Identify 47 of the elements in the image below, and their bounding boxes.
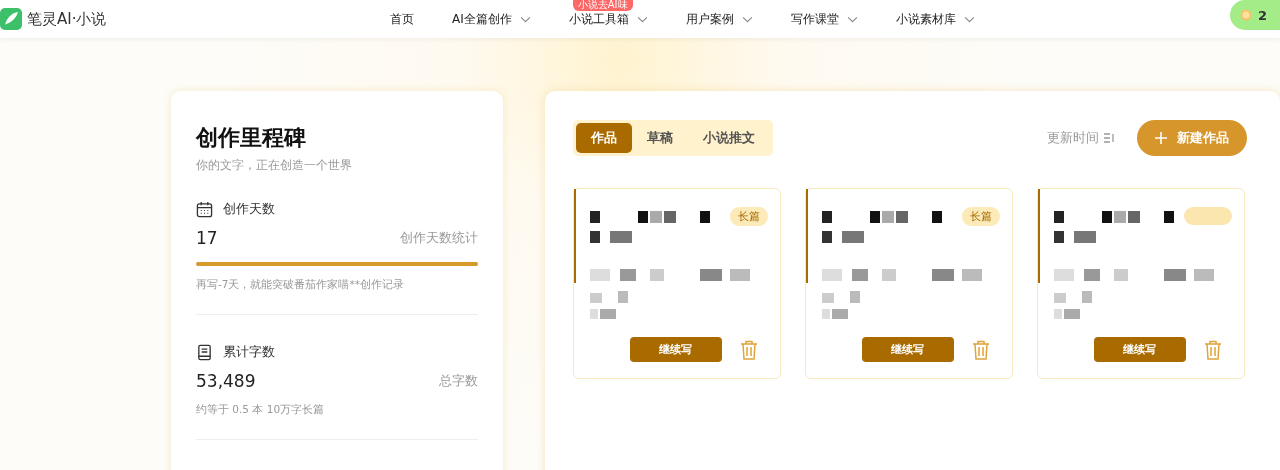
stat-note: 约等于 0.5 本 10万字长篇 [196, 403, 326, 417]
chevron-down-icon [636, 15, 648, 23]
chevron-down-icon [519, 15, 531, 23]
stat-label: 创作天数 [223, 200, 275, 218]
nav-link[interactable]: 用户案例 [685, 10, 753, 28]
chevron-down-icon [741, 15, 753, 23]
nav-link[interactable]: 写作课堂 [790, 10, 858, 28]
points-pill[interactable]: 2 [1230, 0, 1280, 30]
trash-icon[interactable] [971, 339, 990, 360]
work-card[interactable]: 继续写 [1036, 188, 1245, 379]
tag: 长篇 [729, 207, 768, 226]
stat-value: 17 [196, 228, 218, 248]
pixelated-text [589, 291, 630, 321]
nav-link[interactable]: 小说素材库 [895, 10, 975, 28]
pixelated-tag [1183, 207, 1232, 225]
tag: 长篇 [961, 207, 1000, 226]
tab[interactable]: 作品 [575, 123, 632, 153]
chevron-down-icon [846, 15, 858, 23]
stat-caption: 总字数 [438, 372, 478, 390]
work-card[interactable]: 长篇 继续写 [572, 188, 781, 379]
plus-icon [1154, 132, 1167, 144]
nav-link[interactable]: AI全篇创作 [452, 10, 531, 28]
tab[interactable]: 小说推文 [687, 123, 770, 153]
calendar-icon [196, 200, 213, 218]
trash-icon[interactable] [1203, 339, 1222, 360]
nav-link[interactable]: 首页 [390, 10, 414, 28]
chevron-down-icon [963, 15, 975, 23]
logo-text[interactable]: 笔灵AI·小说 [27, 9, 107, 29]
stat-note: 再写-7天，就能突破番茄作家喵**创作记录 [196, 278, 405, 292]
tab[interactable]: 草稿 [631, 123, 688, 153]
card-subtitle: 你的文字，正在创造一个世界 [196, 157, 353, 174]
book-icon [196, 343, 213, 361]
stat-value: 53,489 [196, 371, 256, 391]
nav-badge: 小说去AI味 [572, 0, 633, 11]
continue-button[interactable]: 继续写 [1093, 337, 1186, 362]
work-card[interactable]: 长篇 继续写 [804, 188, 1013, 379]
sort-icon [1102, 132, 1115, 144]
nav-link[interactable]: 小说工具箱 [568, 10, 648, 28]
pixelated-text [821, 291, 862, 321]
continue-button[interactable]: 继续写 [629, 337, 722, 362]
trash-icon[interactable] [739, 339, 758, 360]
coin-icon [1240, 9, 1252, 21]
card-title: 创作里程碑 [196, 124, 307, 152]
stat-caption: 创作天数统计 [399, 229, 478, 247]
stat-label: 累计字数 [223, 343, 275, 361]
pixelated-text [1053, 291, 1094, 321]
continue-button[interactable]: 继续写 [861, 337, 954, 362]
